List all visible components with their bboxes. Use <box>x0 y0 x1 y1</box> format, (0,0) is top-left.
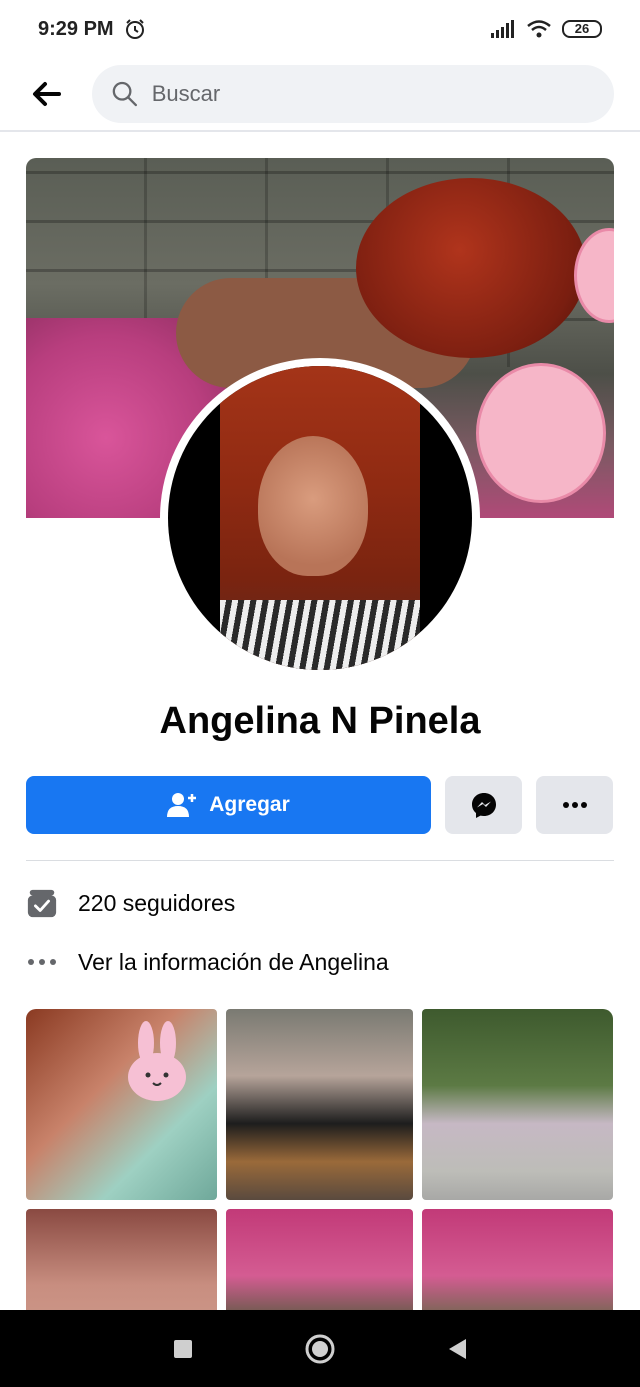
photo-thumbnail[interactable] <box>226 1009 413 1200</box>
status-right: 26 <box>490 19 602 39</box>
cover-sticker-large <box>476 363 606 503</box>
add-friend-label: Agregar <box>209 793 290 816</box>
ellipsis-icon <box>26 946 58 978</box>
system-nav-bar <box>0 1310 640 1387</box>
avatar-face <box>258 436 368 576</box>
signal-icon <box>491 20 514 38</box>
home-icon[interactable] <box>304 1333 336 1365</box>
about-row[interactable]: Ver la información de Angelina <box>26 946 614 978</box>
photo-thumbnail[interactable] <box>26 1009 217 1200</box>
cover-hair <box>356 178 586 358</box>
more-options-button[interactable] <box>536 776 613 834</box>
add-friend-icon <box>167 793 197 817</box>
search-header <box>0 58 640 132</box>
photo-thumbnail[interactable] <box>422 1009 613 1200</box>
wifi-icon <box>527 20 551 38</box>
profile-actions: Agregar <box>26 776 614 834</box>
back-button[interactable] <box>26 74 66 114</box>
avatar <box>168 366 472 670</box>
about-link: Ver la información de Angelina <box>78 948 389 975</box>
status-time: 9:29 PM <box>38 17 114 40</box>
followers-count: 220 seguidores <box>78 889 236 916</box>
bunny-sticker-icon <box>128 1021 186 1101</box>
status-bar: 9:29 PM 26 <box>0 0 640 58</box>
recents-icon[interactable] <box>172 1338 194 1360</box>
followers-icon <box>26 887 58 919</box>
profile-picture[interactable] <box>160 358 480 678</box>
add-friend-button[interactable]: Agregar <box>26 776 431 834</box>
battery-icon: 26 <box>562 20 602 38</box>
search-icon <box>112 81 137 107</box>
avatar-clothing <box>220 600 420 670</box>
profile-name: Angelina N Pinela <box>159 700 481 742</box>
search-box[interactable] <box>92 65 614 123</box>
messenger-icon <box>471 793 496 818</box>
status-left: 9:29 PM <box>38 18 146 41</box>
messenger-button[interactable] <box>445 776 522 834</box>
followers-row[interactable]: 220 seguidores <box>26 887 614 919</box>
alarm-icon <box>125 19 144 39</box>
divider <box>26 860 614 861</box>
search-input[interactable] <box>151 81 594 107</box>
more-icon <box>562 802 587 808</box>
back-nav-icon[interactable] <box>446 1337 468 1361</box>
back-arrow-icon <box>33 82 61 106</box>
